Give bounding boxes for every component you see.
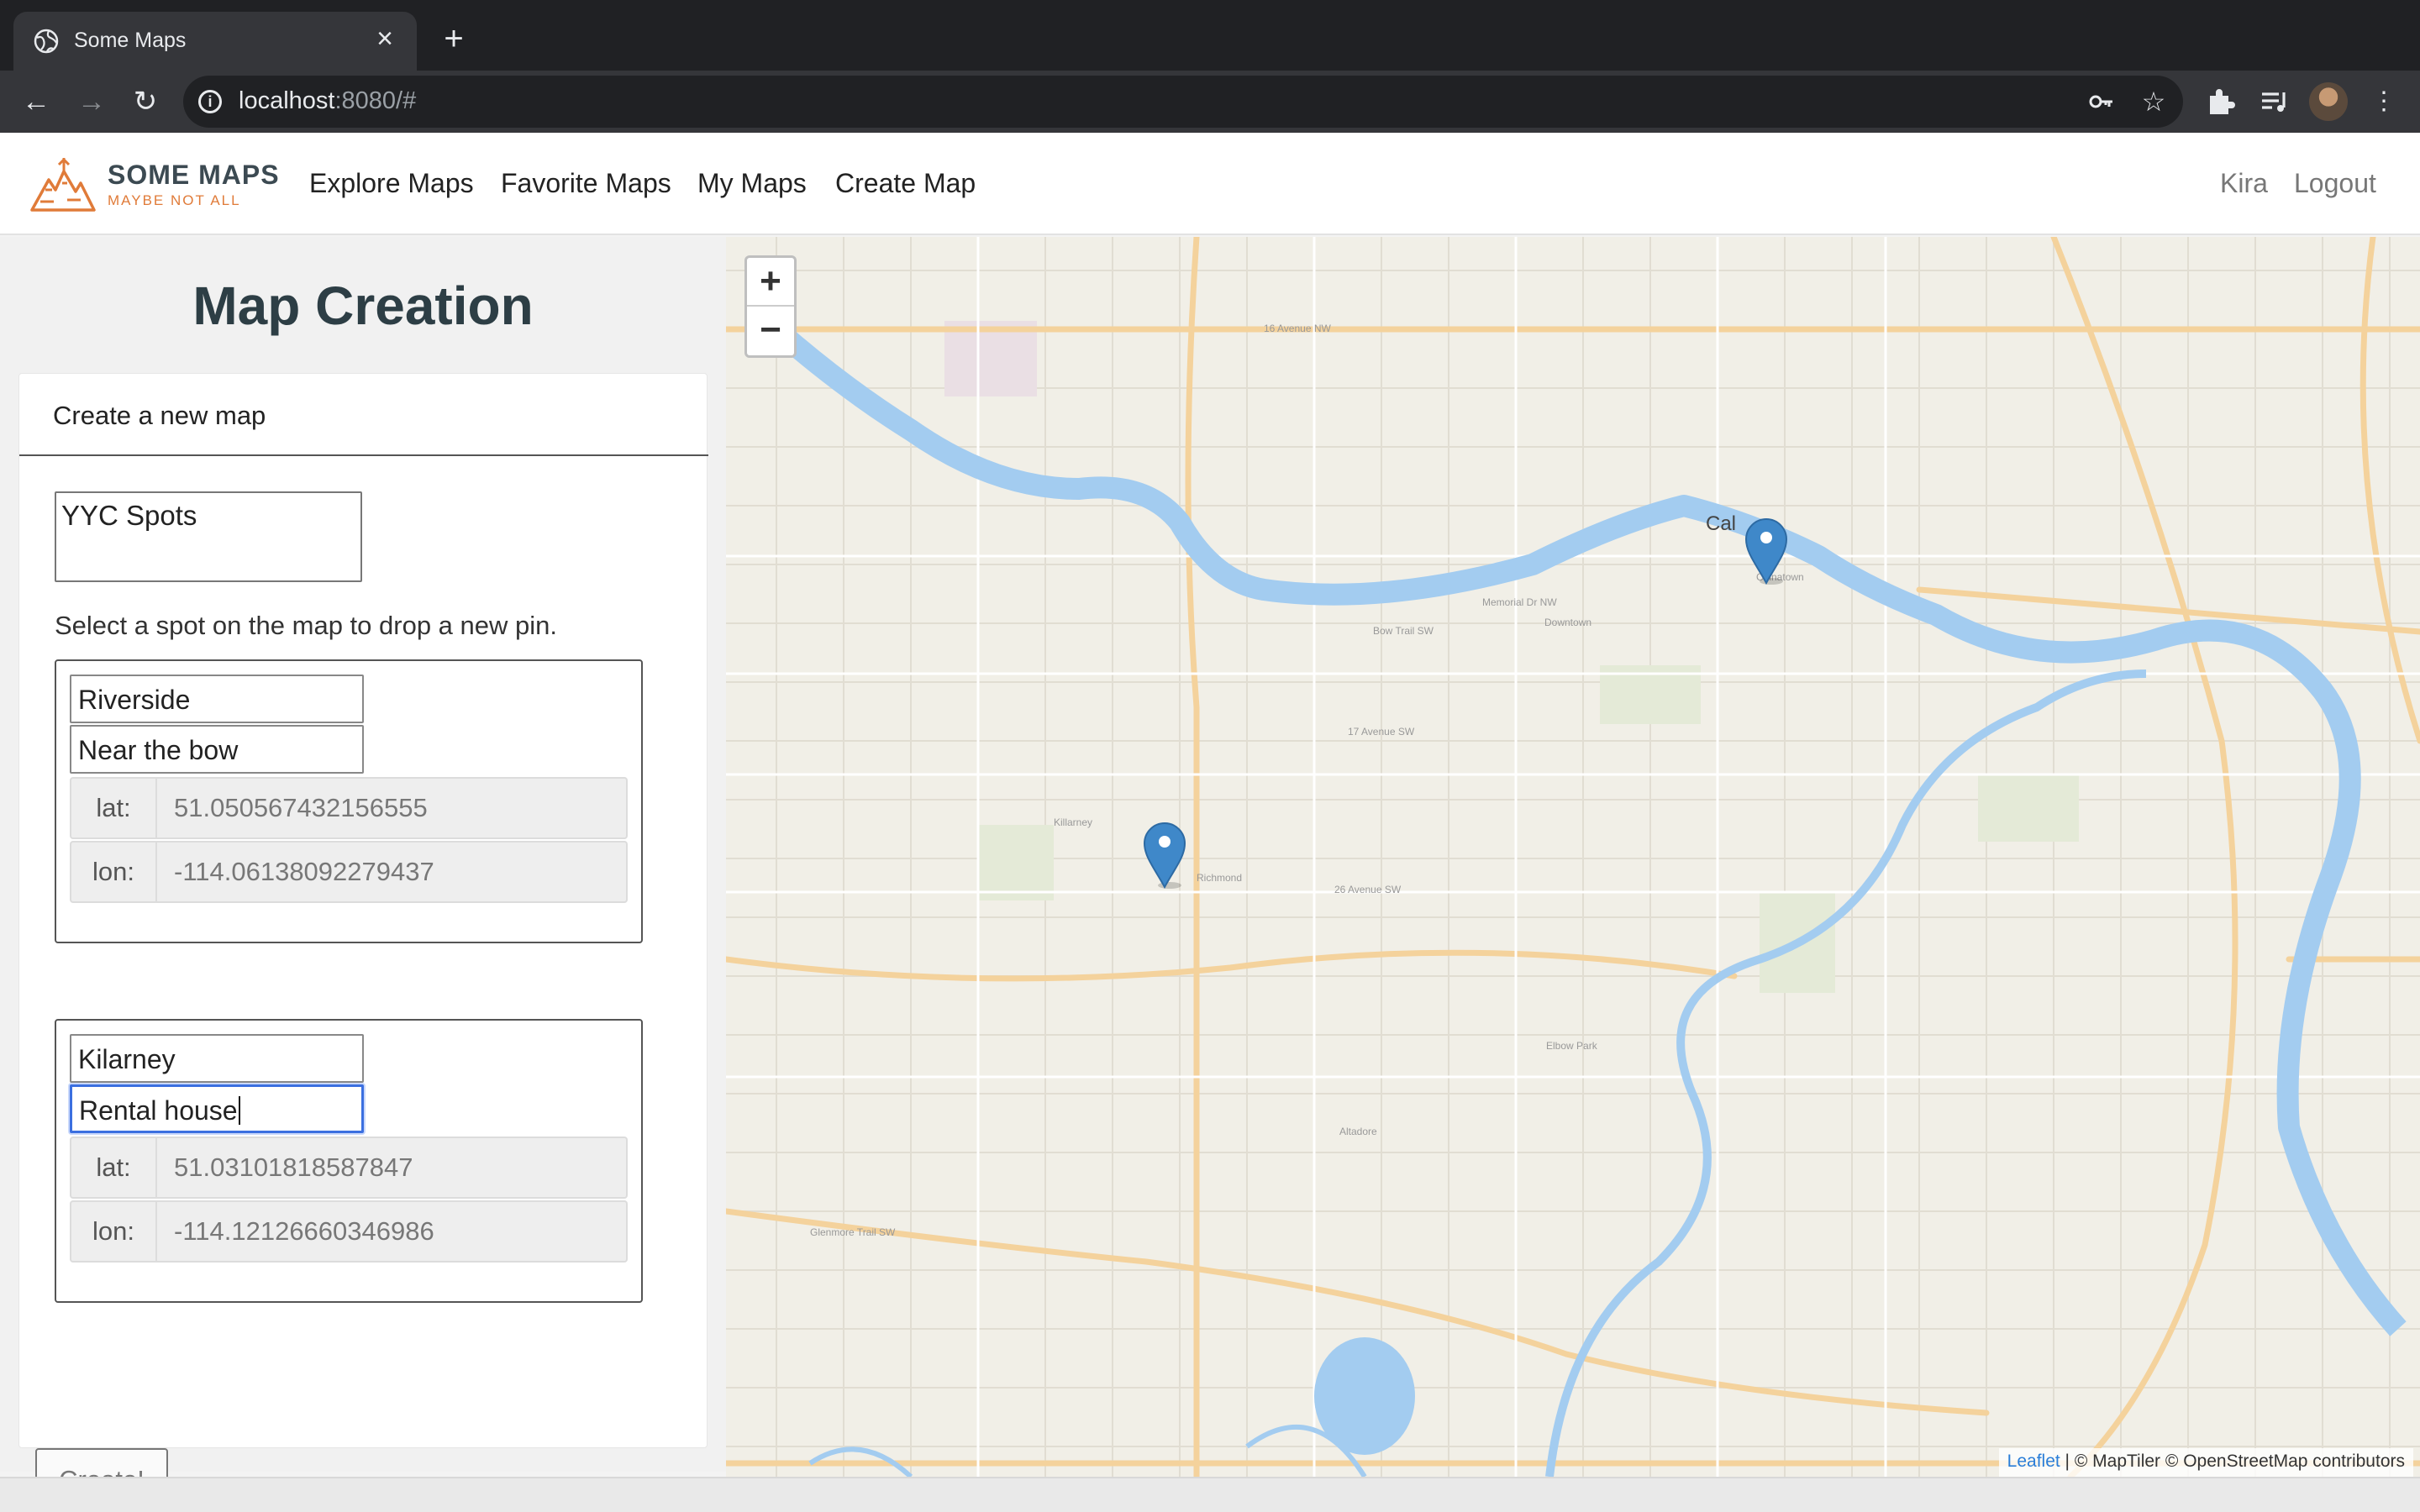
map-neighbourhood-label: Altadore [1339,1126,1377,1137]
page-footer-strip [0,1477,2420,1512]
lat-value: 51.03101818587847 [157,1137,628,1199]
back-arrow-icon[interactable]: ← [18,84,54,119]
leaflet-link[interactable]: Leaflet [2007,1452,2060,1471]
lon-value: -114.12126660346986 [157,1200,628,1263]
map-street-label: 26 Avenue SW [1334,884,1402,895]
url-text[interactable]: localhost:8080/# [239,87,416,115]
nav-my-maps[interactable]: My Maps [697,168,807,199]
map-neighbourhood-label: Elbow Park [1546,1040,1597,1052]
new-tab-icon[interactable]: + [437,22,471,55]
key-icon[interactable] [2086,86,2118,118]
lat-field: lat: 51.050567432156555 [70,777,628,839]
browser-tab[interactable]: Some Maps × [13,12,417,71]
map-street-label: 17 Avenue SW [1348,726,1415,738]
page-title: Map Creation [192,276,534,336]
nav-explore-maps[interactable]: Explore Maps [309,168,474,199]
info-icon[interactable]: i [198,90,222,113]
lon-field: lon: -114.12126660346986 [70,1200,628,1263]
reload-icon[interactable]: ↻ [128,84,163,119]
creek [808,1425,1367,1477]
mountain-logo-icon[interactable] [29,153,96,213]
lon-label: lon: [70,1200,157,1263]
map-street-label: Glenmore Trail SW [810,1226,896,1238]
lat-label: lat: [70,1137,157,1199]
lat-value: 51.050567432156555 [157,777,628,839]
reservoir [1314,1337,1415,1455]
zoom-out-button[interactable]: − [747,307,794,355]
media-queue-icon[interactable] [2257,84,2292,119]
globe-icon [34,29,59,54]
app-navbar: SOME MAPS MAYBE NOT ALL Explore Maps Fav… [0,133,2420,235]
card-header: Create a new map [19,374,708,456]
zoom-control: + − [744,255,797,358]
map-view[interactable]: 16 Avenue NW Memorial Dr NW Bow Trail SW… [726,237,2420,1477]
nav-favorite-maps[interactable]: Favorite Maps [501,168,671,199]
map-neighbourhood-label: Downtown [1544,617,1592,628]
lon-field: lon: -114.06138092279437 [70,841,628,903]
lon-label: lon: [70,841,157,903]
pin-description-input[interactable]: Rental house [70,1084,364,1133]
nav-create-map[interactable]: Create Map [835,168,976,199]
close-tab-icon[interactable]: × [370,24,400,54]
browser-tabstrip: Some Maps × + [0,0,2420,71]
map-attribution: Leaflet | © MapTiler © OpenStreetMap con… [1998,1448,2413,1477]
pin-entry: Riverside Near the bow lat: 51.050567432… [55,659,643,943]
pin-description-input[interactable]: Near the bow [70,725,364,774]
pin-name-input[interactable]: Riverside [70,675,364,723]
brand-tagline: MAYBE NOT ALL [108,192,241,208]
nav-logout[interactable]: Logout [2294,168,2376,199]
map-marker-icon[interactable] [1743,514,1790,585]
lon-value: -114.06138092279437 [157,841,628,903]
kebab-menu-icon[interactable]: ⋮ [2366,84,2402,119]
map-street-label: Bow Trail SW [1373,625,1434,637]
pin-name-input[interactable]: Kilarney [70,1034,364,1083]
profile-avatar[interactable] [2309,82,2348,121]
tab-title: Some Maps [74,29,187,52]
map-tiles[interactable] [726,237,2420,1477]
city-label: Cal [1706,512,1737,535]
extensions-puzzle-icon[interactable] [2203,84,2238,119]
brand-name: SOME MAPS [108,160,280,190]
zoom-in-button[interactable]: + [747,258,794,307]
lat-label: lat: [70,777,157,839]
map-street-label: Memorial Dr NW [1482,596,1557,608]
browser-toolbar: ← → ↻ i localhost:8080/# ☆ ⋮ [0,71,2420,133]
map-name-textarea[interactable]: YYC Spots [55,491,362,582]
pin-entry: Kilarney Rental house lat: 51.0310181858… [55,1019,643,1303]
map-marker-icon[interactable] [1141,818,1188,889]
map-creation-panel: Map Creation Create a new map YYC Spots … [0,237,726,1512]
map-neighbourhood-label: Richmond [1197,872,1243,884]
instruction-text: Select a spot on the map to drop a new p… [55,611,557,640]
forward-arrow-icon[interactable]: → [74,84,109,119]
map-neighbourhood-label: Killarney [1054,816,1093,828]
brand[interactable]: SOME MAPS MAYBE NOT ALL [108,160,280,209]
map-street-label: 16 Avenue NW [1264,323,1331,334]
text-caret [238,1096,240,1125]
create-map-card: Create a new map YYC Spots Select a spot… [18,373,708,1448]
nav-user[interactable]: Kira [2220,168,2268,199]
lat-field: lat: 51.03101818587847 [70,1137,628,1199]
star-bookmark-icon[interactable]: ☆ [2138,86,2170,118]
address-bar[interactable]: i localhost:8080/# ☆ [183,76,2183,128]
